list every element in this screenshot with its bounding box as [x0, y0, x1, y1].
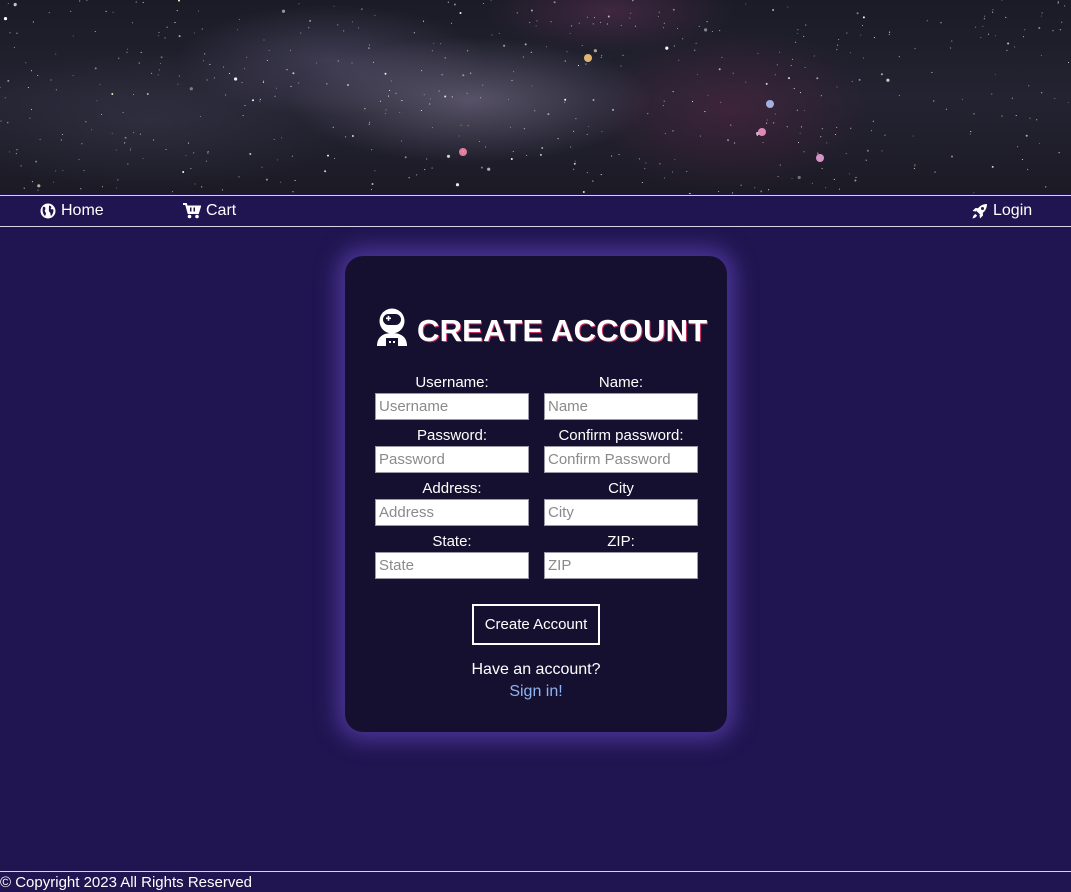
state-label: State: [432, 533, 472, 550]
starfield-banner [0, 0, 1071, 194]
globe-icon [40, 203, 56, 219]
city-field: City [544, 480, 698, 526]
copyright-text: © Copyright 2023 All Rights Reserved [0, 874, 253, 891]
address-field: Address: [375, 480, 529, 526]
address-label: Address: [422, 480, 482, 497]
starfield-image [0, 0, 1070, 194]
city-label: City [608, 480, 634, 497]
address-input[interactable] [375, 499, 529, 526]
zip-input[interactable] [544, 552, 698, 579]
confirm-password-label: Confirm password: [558, 427, 684, 444]
nav-login-label: Login [993, 202, 1033, 219]
username-label: Username: [415, 374, 489, 391]
nav-login-link[interactable]: Login [971, 196, 1032, 226]
create-account-button[interactable]: Create Account [472, 604, 600, 645]
form-title: CREATE ACCOUNT [375, 308, 708, 354]
cart-icon [183, 203, 201, 219]
name-input[interactable] [544, 393, 698, 420]
create-account-card: CREATE ACCOUNT Username: Name: Password:… [345, 256, 727, 732]
city-input[interactable] [544, 499, 698, 526]
username-field: Username: [375, 374, 529, 420]
password-label: Password: [416, 427, 488, 444]
astronaut-icon [375, 308, 409, 354]
nav-home-label: Home [61, 202, 104, 219]
rocket-icon [971, 203, 988, 220]
username-input[interactable] [375, 393, 529, 420]
name-field: Name: [544, 374, 698, 420]
state-field: State: [375, 533, 529, 579]
name-label: Name: [598, 374, 644, 391]
confirm-password-field: Confirm password: [544, 427, 698, 473]
form-title-text: CREATE ACCOUNT [417, 313, 708, 348]
nav-cart-link[interactable]: Cart [183, 196, 236, 226]
top-nav: Home Cart Login [0, 195, 1071, 227]
footer: © Copyright 2023 All Rights Reserved [0, 871, 1071, 892]
sign-in-link[interactable]: Sign in! [345, 683, 727, 701]
password-field: Password: [375, 427, 529, 473]
zip-field: ZIP: [544, 533, 698, 579]
state-input[interactable] [375, 552, 529, 579]
zip-label: ZIP: [607, 533, 635, 550]
confirm-password-input[interactable] [544, 446, 698, 473]
password-input[interactable] [375, 446, 529, 473]
nav-home-link[interactable]: Home [40, 196, 104, 226]
nav-cart-label: Cart [206, 202, 237, 219]
have-account-text: Have an account? [471, 661, 601, 678]
